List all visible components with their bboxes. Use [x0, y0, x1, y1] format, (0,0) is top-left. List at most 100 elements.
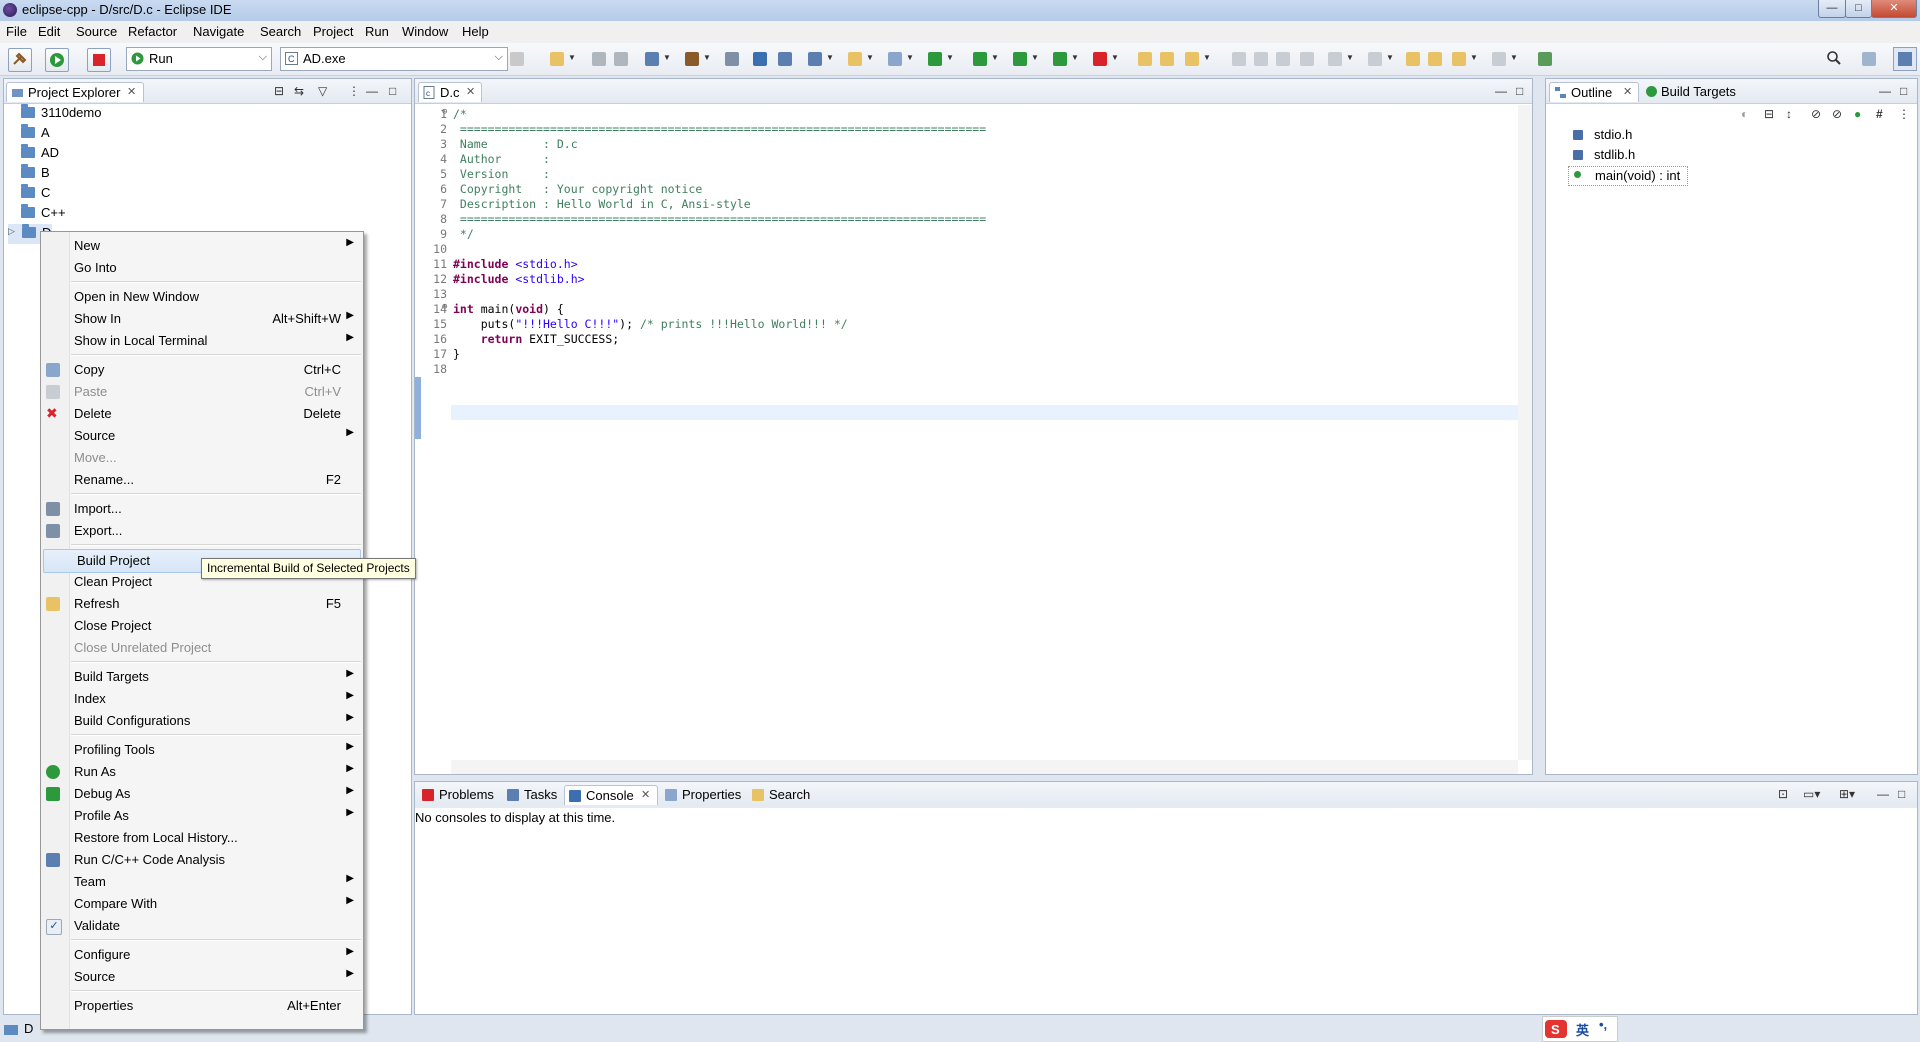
annotation-icon[interactable]	[1232, 52, 1246, 66]
tab-project-explorer[interactable]: Project Explorer ✕	[6, 82, 144, 102]
outline-include-item[interactable]: stdio.h	[1568, 126, 1658, 144]
debug-icon[interactable]	[973, 52, 987, 66]
chevron-down-icon[interactable]: ▼	[1071, 53, 1079, 62]
collapse-all-icon[interactable]: ⊟	[274, 84, 284, 98]
chevron-down-icon[interactable]: ▼	[826, 53, 834, 62]
hide-static-icon[interactable]: ⊘	[1811, 107, 1821, 121]
menu-item-go-into[interactable]: Go Into	[41, 257, 363, 279]
tab-search[interactable]: Search	[748, 785, 818, 804]
display-console-icon[interactable]: ▭▾	[1803, 787, 1820, 801]
new-console-icon[interactable]: ⊞▾	[1839, 787, 1855, 801]
chevron-down-icon[interactable]: ▼	[568, 53, 576, 62]
prev-annotation-icon[interactable]	[1368, 52, 1382, 66]
tab-properties[interactable]: Properties	[661, 785, 743, 804]
tab-problems[interactable]: Problems	[418, 785, 498, 804]
hide-fields-icon[interactable]: ◐	[1741, 107, 1748, 121]
minimize-view-icon[interactable]: —	[1879, 84, 1891, 98]
tab-d-c[interactable]: c D.c ✕	[418, 82, 482, 102]
build-all-icon[interactable]	[725, 52, 739, 66]
code-editor[interactable]: 1 ⊖/* 2 ==================================…	[415, 105, 1532, 774]
menu-item-profiling-tools[interactable]: Profiling Tools ▶	[41, 739, 363, 761]
run-button[interactable]	[45, 48, 69, 72]
forward-icon[interactable]	[1492, 52, 1506, 66]
cpp-perspective-button[interactable]	[1893, 47, 1917, 71]
hammer-config-icon[interactable]	[685, 52, 699, 66]
menu-navigate[interactable]: Navigate	[193, 24, 244, 39]
build-hammer-button[interactable]	[8, 48, 32, 72]
run-toolbar-icon[interactable]	[1013, 52, 1027, 66]
new-cpp-project-icon[interactable]	[808, 52, 822, 66]
new-folder-icon[interactable]	[848, 52, 862, 66]
group-includes-icon[interactable]: ●	[1854, 107, 1861, 121]
tab-tasks[interactable]: Tasks	[503, 785, 559, 804]
menu-item-source[interactable]: Source ▶	[41, 966, 363, 988]
fold-icon[interactable]: ⊖	[442, 107, 447, 117]
filter-icon[interactable]: ▽	[318, 84, 327, 98]
menu-source[interactable]: Source	[76, 24, 117, 39]
tree-item-project[interactable]: B	[17, 164, 317, 184]
back-edit-icon[interactable]	[1428, 52, 1442, 66]
maximize-view-icon[interactable]: □	[389, 84, 396, 98]
menu-item-configure[interactable]: Configure ▶	[41, 944, 363, 966]
menu-item-index[interactable]: Index ▶	[41, 688, 363, 710]
tree-item-project[interactable]: A	[17, 124, 317, 144]
new-icon[interactable]	[550, 52, 564, 66]
menu-item-rename[interactable]: Rename... F2	[41, 469, 363, 491]
back-icon[interactable]	[1452, 52, 1466, 66]
minimize-view-icon[interactable]: —	[366, 84, 378, 98]
collapse-all-icon[interactable]: ⊟	[1764, 107, 1774, 121]
sort-icon[interactable]: ↕	[1786, 107, 1792, 121]
menu-window[interactable]: Window	[402, 24, 448, 39]
menu-search[interactable]: Search	[260, 24, 301, 39]
chevron-down-icon[interactable]: ▼	[991, 53, 999, 62]
horizontal-scrollbar[interactable]	[451, 760, 1518, 774]
chevron-down-icon[interactable]: ▼	[1031, 53, 1039, 62]
menu-item-restore-from-local-history[interactable]: Restore from Local History...	[41, 827, 363, 849]
menu-item-show-in-local-terminal[interactable]: Show in Local Terminal ▶	[41, 330, 363, 352]
coverage-icon[interactable]	[1093, 52, 1107, 66]
menu-item-source[interactable]: Source ▶	[41, 425, 363, 447]
close-icon[interactable]: ✕	[127, 85, 136, 98]
menu-item-close-project[interactable]: Close Project	[41, 615, 363, 637]
tree-item-project[interactable]: AD	[17, 144, 317, 164]
pin-editor-icon[interactable]	[1538, 52, 1552, 66]
maximize-view-icon[interactable]: □	[1516, 84, 1523, 98]
last-edit-icon[interactable]	[1406, 52, 1420, 66]
minimize-view-icon[interactable]: —	[1495, 84, 1507, 98]
menu-help[interactable]: Help	[462, 24, 489, 39]
new-file-icon[interactable]	[888, 52, 902, 66]
chevron-down-icon[interactable]: ▼	[1510, 53, 1518, 62]
menu-item-export[interactable]: Export...	[41, 520, 363, 542]
link-icon[interactable]	[778, 52, 792, 66]
maximize-view-icon[interactable]: □	[1898, 787, 1905, 801]
outline-include-item[interactable]: stdlib.h	[1568, 146, 1658, 164]
close-window-button[interactable]: ✕	[1871, 0, 1917, 18]
menu-item-refresh[interactable]: Refresh F5	[41, 593, 363, 615]
menu-item-profile-as[interactable]: Profile As ▶	[41, 805, 363, 827]
ime-indicator[interactable]: S 英 •,	[1542, 1016, 1618, 1042]
tab-outline[interactable]: Outline ✕	[1549, 82, 1639, 102]
chevron-down-icon[interactable]: ▼	[866, 53, 874, 62]
menu-item-import[interactable]: Import...	[41, 498, 363, 520]
maximize-view-icon[interactable]: □	[1900, 84, 1907, 98]
open-console-icon[interactable]: ⊡	[1778, 787, 1788, 801]
chevron-down-icon[interactable]: ▼	[1470, 53, 1478, 62]
launch-mode-combo[interactable]: Run ⌵	[126, 47, 272, 71]
chevron-down-icon[interactable]: ▼	[703, 53, 711, 62]
save-all-icon[interactable]	[614, 52, 628, 66]
view-menu-icon[interactable]: ⋮	[348, 84, 360, 98]
maximize-button[interactable]: □	[1845, 0, 1872, 18]
close-icon[interactable]: ✕	[641, 788, 650, 801]
close-icon[interactable]: ✕	[1623, 85, 1632, 98]
menu-item-debug-as[interactable]: Debug As ▶	[41, 783, 363, 805]
menu-item-build-targets[interactable]: Build Targets ▶	[41, 666, 363, 688]
whitespace-icon[interactable]	[1300, 52, 1314, 66]
menu-edit[interactable]: Edit	[38, 24, 60, 39]
link-with-editor-icon[interactable]: ⇆	[294, 84, 304, 98]
chevron-down-icon[interactable]: ▼	[1111, 53, 1119, 62]
block-select-icon[interactable]	[1276, 52, 1290, 66]
vertical-scrollbar[interactable]	[1518, 105, 1532, 760]
menu-file[interactable]: File	[6, 24, 27, 39]
tree-item-project[interactable]: C++	[17, 204, 317, 224]
search-tool-icon[interactable]	[1185, 52, 1199, 66]
